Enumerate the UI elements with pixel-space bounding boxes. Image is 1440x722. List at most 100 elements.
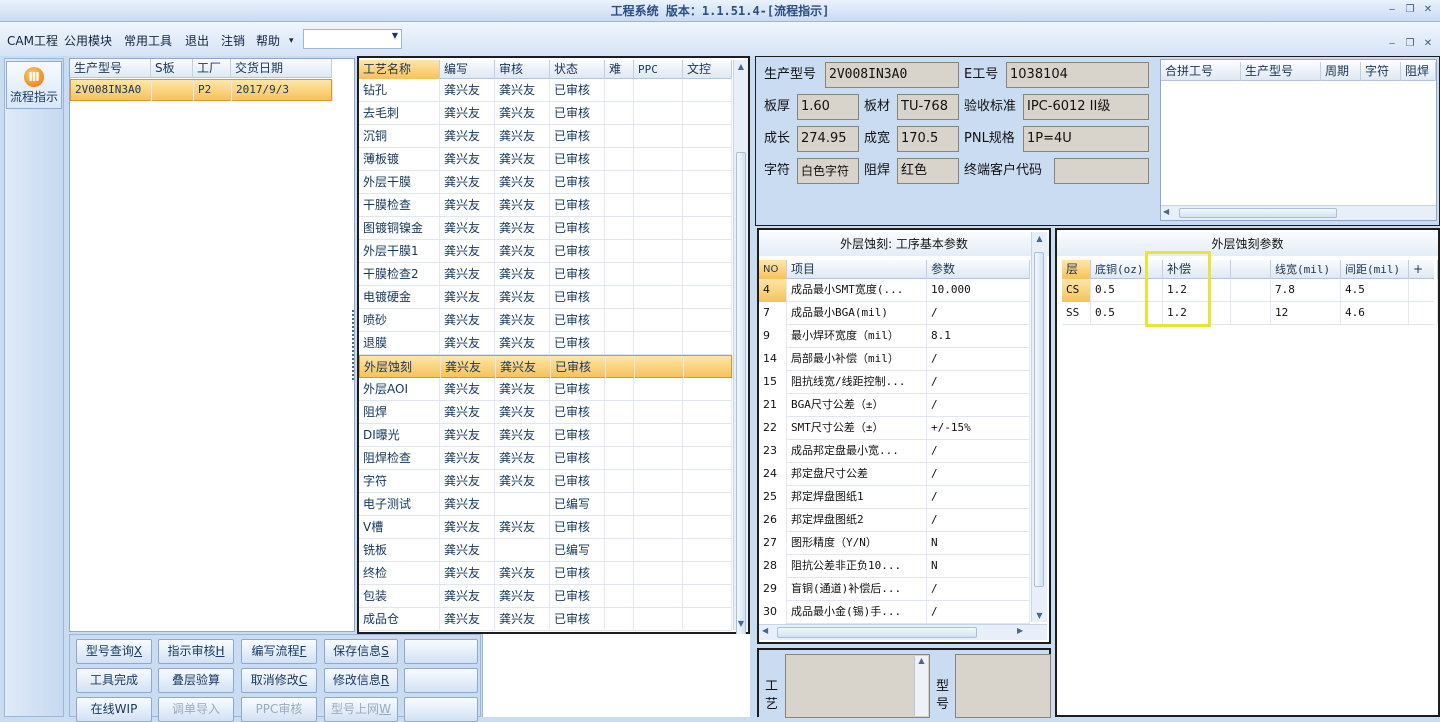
merge-hscroll[interactable]: ◀ xyxy=(1161,205,1436,220)
menu-tools[interactable]: 常用工具 xyxy=(124,33,172,49)
process-row[interactable]: 电子测试 龚兴友 已编写 xyxy=(359,493,732,516)
mdi-minimize-button[interactable]: ‒ xyxy=(1384,37,1400,53)
etch-row[interactable]: CS 0.5 1.2 7.8 4.5 xyxy=(1062,279,1438,302)
param-row[interactable]: 21 BGA尺寸公差（±） / xyxy=(759,394,1030,417)
col-product-model[interactable]: 生产型号 xyxy=(70,59,151,78)
process-row[interactable]: 外层干膜1 龚兴友 龚兴友 已审核 xyxy=(359,240,732,263)
col-plus[interactable]: + xyxy=(1409,260,1438,279)
param-row[interactable]: 9 最小焊环宽度（mil） 8.1 xyxy=(759,325,1030,348)
action-button[interactable]: 取消修改C xyxy=(241,668,317,693)
scroll-up-icon[interactable]: ▲ xyxy=(915,656,928,665)
splitter-handle[interactable] xyxy=(352,310,356,380)
col-line-width[interactable]: 线宽(mil) xyxy=(1271,260,1341,279)
e-job-field[interactable]: 1038104 xyxy=(1006,62,1149,88)
mask-field[interactable]: 红色 xyxy=(897,158,959,184)
col-factory[interactable]: 工厂 xyxy=(193,59,231,78)
col-param[interactable]: 参数 xyxy=(927,260,1030,279)
minimize-button[interactable]: ‒ xyxy=(1384,3,1400,19)
menu-cam[interactable]: CAM工程 xyxy=(7,33,58,49)
restore-button[interactable]: ❐ xyxy=(1402,3,1418,19)
pnl-field[interactable]: 1P=4U xyxy=(1023,126,1149,152)
params-hscroll-thumb[interactable] xyxy=(777,627,977,638)
process-row[interactable]: 薄板镀 龚兴友 龚兴友 已审核 xyxy=(359,148,732,171)
process-row[interactable]: 终检 龚兴友 龚兴友 已审核 xyxy=(359,562,732,585)
process-row[interactable]: 外层AOI 龚兴友 龚兴友 已审核 xyxy=(359,378,732,401)
col-reviewer[interactable]: 审核 xyxy=(495,60,550,79)
width-field[interactable]: 170.5 xyxy=(897,126,959,152)
col-ppc[interactable]: PPC xyxy=(634,60,683,79)
process-row[interactable]: 钻孔 龚兴友 龚兴友 已审核 xyxy=(359,79,732,102)
col-merge-cycle[interactable]: 周期 xyxy=(1321,62,1361,81)
process-row[interactable]: 外层干膜 龚兴友 龚兴友 已审核 xyxy=(359,171,732,194)
process-row[interactable]: 干膜检查2 龚兴友 龚兴友 已审核 xyxy=(359,263,732,286)
param-row[interactable]: 14 局部最小补偿（mil） / xyxy=(759,348,1030,371)
process-scrollbar[interactable]: ▲ ▼ xyxy=(733,60,748,668)
col-s-board[interactable]: S板 xyxy=(151,59,193,78)
param-row[interactable]: 27 图形精度（Y/N） N xyxy=(759,532,1030,555)
menu-exit[interactable]: 退出 xyxy=(185,33,209,49)
scroll-left-icon[interactable]: ◀ xyxy=(1163,207,1169,216)
param-row[interactable]: 15 阻抗线宽/线距控制... / xyxy=(759,371,1030,394)
col-spacing[interactable]: 间距(mil) xyxy=(1341,260,1409,279)
action-button[interactable]: 调单导入 xyxy=(158,697,234,722)
merge-hscroll-thumb[interactable] xyxy=(1179,208,1337,218)
process-row[interactable]: 阻焊检查 龚兴友 龚兴友 已审核 xyxy=(359,447,732,470)
scroll-down-icon[interactable]: ▼ xyxy=(734,619,748,628)
action-button[interactable]: 型号查询X xyxy=(76,639,152,664)
process-row[interactable]: 沉铜 龚兴友 龚兴友 已审核 xyxy=(359,125,732,148)
standard-field[interactable]: IPC-6012 II级 xyxy=(1023,94,1149,120)
char-field[interactable]: 白色字符 xyxy=(797,158,859,184)
process-row[interactable]: 包装 龚兴友 龚兴友 已审核 xyxy=(359,585,732,608)
craft-scrollbar[interactable]: ▲ xyxy=(914,656,928,716)
action-button[interactable]: 在线WIP xyxy=(76,697,152,722)
scroll-left-icon[interactable]: ◀ xyxy=(762,626,768,635)
param-row[interactable]: 24 邦定盘尺寸公差 / xyxy=(759,463,1030,486)
param-row[interactable]: 4 成品最小SMT宽度(... 10.000 xyxy=(759,279,1030,302)
process-row[interactable]: 阻焊 龚兴友 龚兴友 已审核 xyxy=(359,401,732,424)
action-button[interactable] xyxy=(404,668,478,693)
process-row[interactable]: 电镀硬金 龚兴友 龚兴友 已审核 xyxy=(359,286,732,309)
scroll-up-icon[interactable]: ▲ xyxy=(1032,234,1047,243)
process-row[interactable]: 铣板 龚兴友 已编写 xyxy=(359,539,732,562)
col-difficulty[interactable]: 难 xyxy=(605,60,634,79)
customer-code-field[interactable] xyxy=(1054,158,1149,184)
action-button[interactable]: 工具完成 xyxy=(76,668,152,693)
col-doc-control[interactable]: 文控 xyxy=(683,60,732,79)
param-row[interactable]: 29 盲铜(通道)补偿后... / xyxy=(759,578,1030,601)
scroll-thumb[interactable] xyxy=(736,152,746,668)
action-button[interactable]: 型号上网W xyxy=(324,697,398,722)
thickness-field[interactable]: 1.60 xyxy=(797,94,859,120)
action-button[interactable]: 保存信息S xyxy=(324,639,398,664)
chevron-down-icon[interactable]: ▼ xyxy=(392,31,398,40)
etch-row[interactable]: SS 0.5 1.2 12 4.6 xyxy=(1062,302,1438,325)
action-button[interactable]: 修改信息R xyxy=(324,668,398,693)
craft-textarea[interactable] xyxy=(785,654,930,718)
process-row[interactable]: 退膜 龚兴友 龚兴友 已审核 xyxy=(359,332,732,355)
col-merge-model[interactable]: 生产型号 xyxy=(1241,62,1321,81)
process-row[interactable]: 外层蚀刻 龚兴友 龚兴友 已审核 xyxy=(359,355,733,379)
model-textarea[interactable] xyxy=(955,654,1051,718)
action-button[interactable]: PPC审核 xyxy=(241,697,317,722)
product-model-field[interactable]: 2V008IN3A0 xyxy=(825,62,959,88)
process-row[interactable]: 去毛刺 龚兴友 龚兴友 已审核 xyxy=(359,102,732,125)
action-button[interactable]: 指示审核H xyxy=(158,639,234,664)
col-merge-job[interactable]: 合拼工号 xyxy=(1161,62,1241,81)
param-row[interactable]: 30 成品最小金(锡)手... / xyxy=(759,601,1030,624)
toolbar-combo[interactable]: ▼ xyxy=(303,29,402,49)
col-blank[interactable] xyxy=(1231,260,1271,279)
process-row[interactable]: V槽 龚兴友 龚兴友 已审核 xyxy=(359,516,732,539)
scroll-right-icon[interactable]: ▶ xyxy=(1017,626,1023,635)
menu-more-icon[interactable]: ▾ xyxy=(289,33,294,49)
col-no[interactable]: NO xyxy=(759,260,787,279)
process-row[interactable]: 图镀铜镍金 龚兴友 龚兴友 已审核 xyxy=(359,217,732,240)
menu-public[interactable]: 公用模块 xyxy=(64,33,112,49)
col-status[interactable]: 状态 xyxy=(550,60,605,79)
order-row[interactable]: 2V008IN3A0 P2 2017/9/3 xyxy=(70,79,333,101)
action-button[interactable] xyxy=(404,639,478,664)
mdi-close-button[interactable]: ✕ xyxy=(1420,37,1436,53)
material-field[interactable]: TU-768 xyxy=(897,94,959,120)
params-hscroll[interactable]: ◀ ▶ xyxy=(759,624,1047,640)
params-scrollbar[interactable]: ▲ ▼ xyxy=(1031,232,1047,622)
params-scroll-thumb[interactable] xyxy=(1034,252,1044,587)
param-row[interactable]: 26 邦定焊盘图纸2/ xyxy=(759,509,1030,532)
